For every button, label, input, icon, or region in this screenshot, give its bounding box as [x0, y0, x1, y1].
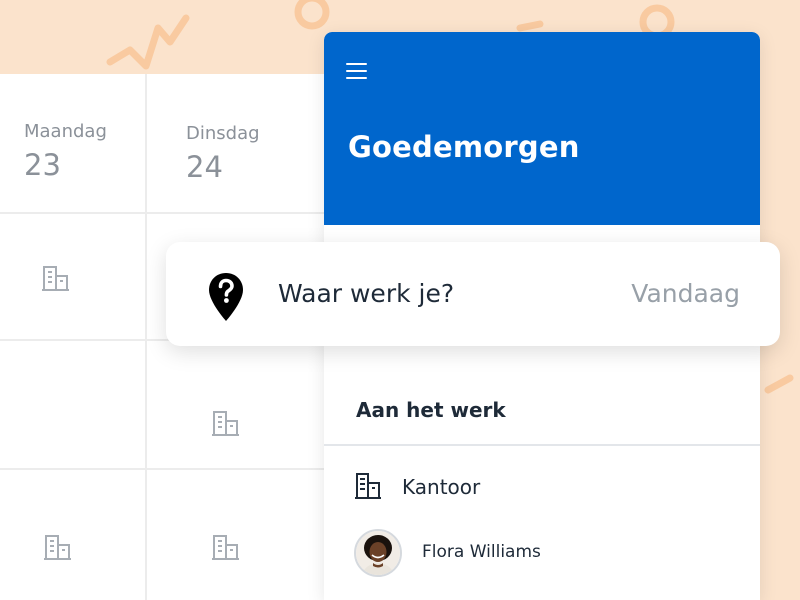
calendar-day-name: Dinsdag	[186, 123, 260, 144]
calendar-column-divider	[145, 74, 147, 600]
calendar-day-date: 24	[186, 150, 223, 184]
building-icon[interactable]	[43, 532, 73, 562]
person-photo	[356, 531, 400, 575]
header: Goedemorgen	[324, 32, 760, 225]
person-row[interactable]: Flora Williams	[354, 529, 734, 579]
building-icon[interactable]	[211, 408, 241, 438]
greeting-title: Goedemorgen	[348, 130, 580, 164]
section-divider	[324, 444, 760, 446]
calendar-row-divider	[0, 468, 330, 470]
building-icon	[355, 473, 381, 499]
location-row[interactable]: Kantoor	[354, 471, 734, 505]
location-question-pin-icon	[209, 273, 243, 321]
work-location-card[interactable]: Waar werk je? Vandaag	[166, 242, 780, 346]
calendar-day-date: 23	[24, 148, 61, 182]
section-title: Aan het werk	[356, 398, 506, 422]
building-icon[interactable]	[211, 532, 241, 562]
avatar	[354, 529, 402, 577]
question-text: Waar werk je?	[278, 279, 455, 308]
calendar-row-divider	[0, 212, 330, 214]
calendar-day-name: Maandag	[24, 121, 107, 142]
location-label: Kantoor	[402, 475, 481, 499]
date-label: Vandaag	[631, 279, 740, 308]
hamburger-menu-icon[interactable]	[346, 60, 370, 82]
building-icon[interactable]	[41, 263, 71, 293]
person-name: Flora Williams	[422, 542, 541, 562]
